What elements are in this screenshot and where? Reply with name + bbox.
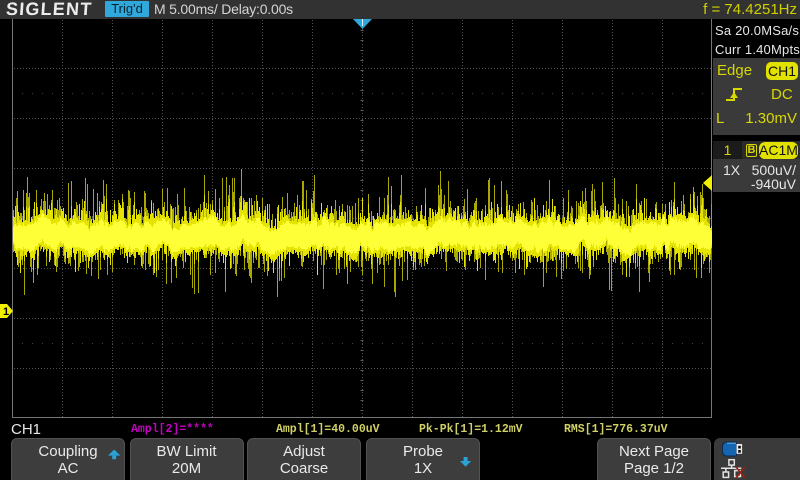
svg-text:1: 1 [3, 306, 9, 318]
